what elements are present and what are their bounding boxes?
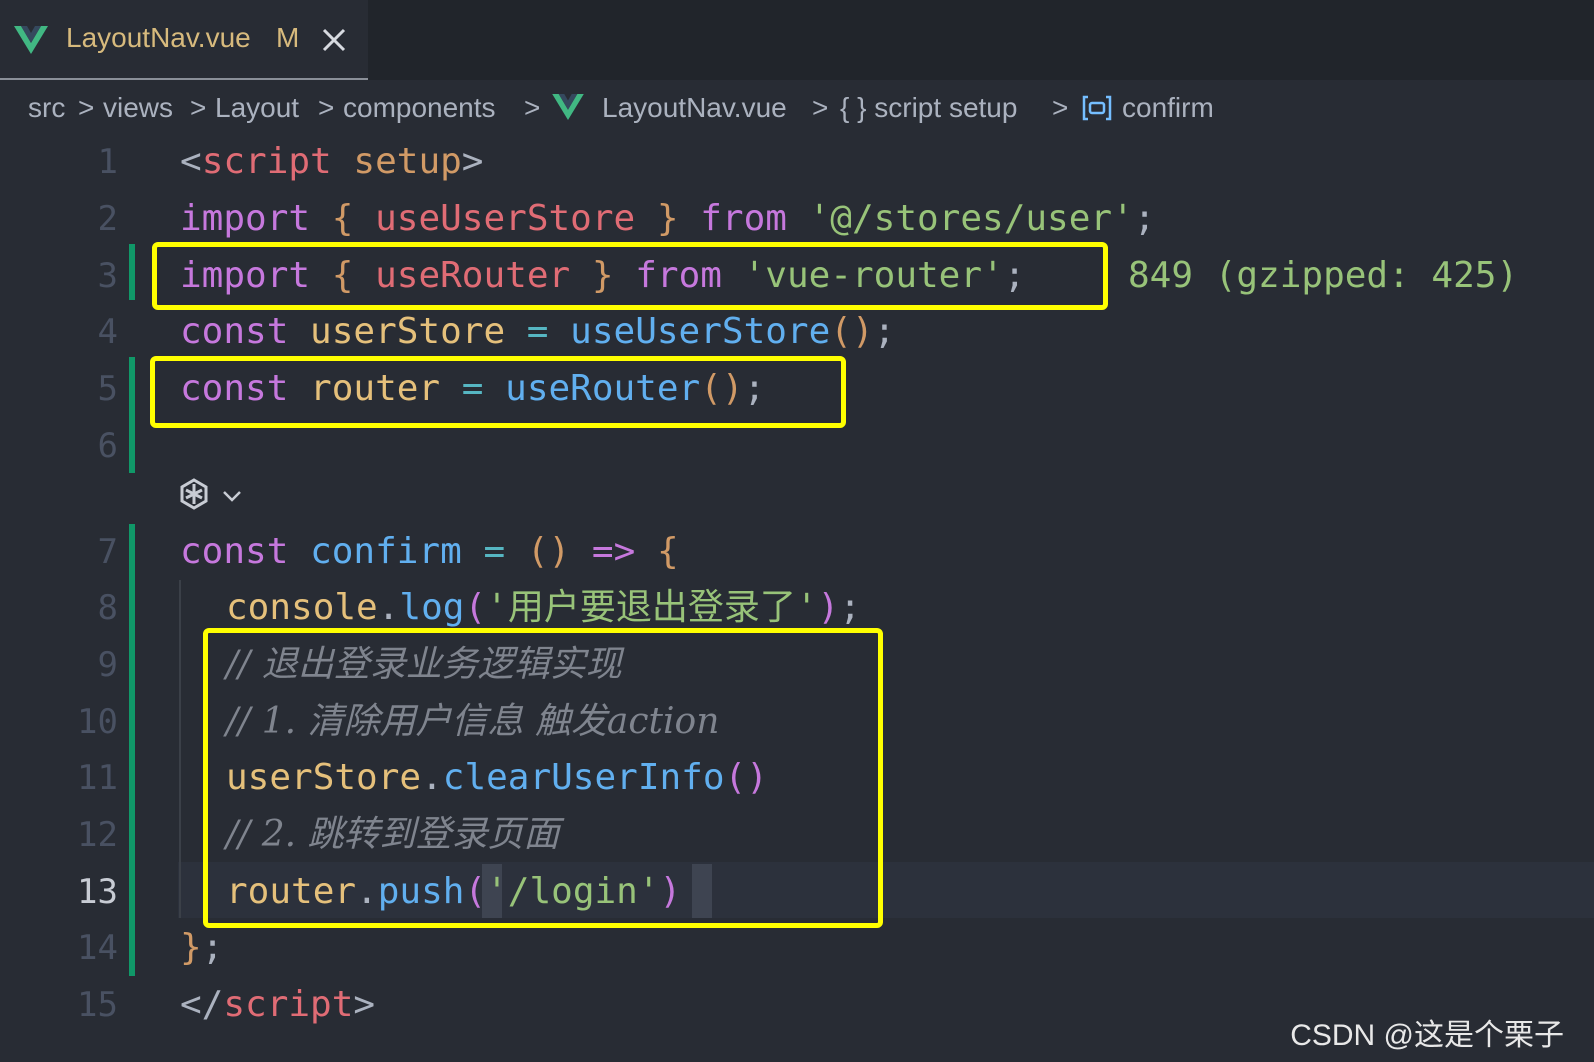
breadcrumb: src > views > Layout > components > Layo… <box>0 82 1594 134</box>
breadcrumb-separator: > <box>318 92 335 123</box>
import-cost-hint: 849 (gzipped: 425) <box>1128 255 1519 296</box>
line-number: 6 <box>97 426 118 466</box>
tab-file-name: LayoutNav.vue <box>66 22 251 53</box>
vue-file-icon <box>552 94 584 120</box>
csdn-watermark: CSDN @这是个栗子 <box>1290 1019 1564 1052</box>
breadcrumb-item-components[interactable]: components <box>343 92 496 124</box>
line-number: 12 <box>77 815 118 855</box>
indent-guide <box>179 580 181 918</box>
tab-modified-badge: M <box>276 22 300 53</box>
highlight-box-router-const <box>150 356 846 428</box>
highlight-box-logout-logic <box>203 628 883 928</box>
code-line-7[interactable]: const confirm = () => { <box>180 524 679 580</box>
line-number: 2 <box>97 199 118 239</box>
line-number: 1 <box>97 142 118 182</box>
line-number: 14 <box>77 928 118 968</box>
line-number: 10 <box>77 702 118 742</box>
git-modified-bar <box>129 524 135 976</box>
line-number: 3 <box>97 256 118 296</box>
line-number: 7 <box>97 532 118 572</box>
line-number: 8 <box>97 588 118 628</box>
variable-symbol-icon <box>1082 95 1112 121</box>
git-modified-bar <box>129 357 135 473</box>
vue-file-icon <box>14 26 48 54</box>
breadcrumb-item-views[interactable]: views <box>103 92 173 124</box>
breadcrumb-item-confirm[interactable]: confirm <box>1122 92 1214 124</box>
editor-tab-layoutnav[interactable]: LayoutNav.vue M <box>0 0 368 80</box>
breadcrumb-separator: > <box>190 92 207 123</box>
breadcrumb-item-script-setup[interactable]: { } script setup <box>840 92 1017 124</box>
breadcrumb-item-src[interactable]: src <box>28 92 65 124</box>
breadcrumb-separator: > <box>78 92 95 123</box>
breadcrumb-item-layout[interactable]: Layout <box>215 92 299 124</box>
code-line-4[interactable]: const userStore = useUserStore(); <box>180 304 895 360</box>
close-icon[interactable] <box>320 26 348 54</box>
ai-assistant-icon[interactable] <box>176 476 252 516</box>
tab-bar: LayoutNav.vue M <box>0 0 1594 80</box>
line-number: 11 <box>77 758 118 798</box>
line-number-active: 13 <box>77 872 118 912</box>
code-line-2[interactable]: import { useUserStore } from '@/stores/u… <box>180 191 1155 247</box>
code-line-14[interactable]: }; <box>180 920 223 976</box>
breadcrumb-separator: > <box>524 92 541 123</box>
breadcrumb-separator: > <box>1052 92 1069 123</box>
breadcrumb-item-file[interactable]: LayoutNav.vue <box>602 92 787 124</box>
line-number: 4 <box>97 312 118 352</box>
breadcrumb-separator: > <box>812 92 829 123</box>
line-number: 5 <box>97 369 118 409</box>
line-number: 9 <box>97 645 118 685</box>
code-line-15[interactable]: </script> <box>180 977 375 1033</box>
highlight-box-import-router <box>152 242 1108 310</box>
line-number: 15 <box>77 985 118 1025</box>
code-line-1[interactable]: <script setup> <box>180 134 483 190</box>
git-modified-bar <box>129 244 135 300</box>
